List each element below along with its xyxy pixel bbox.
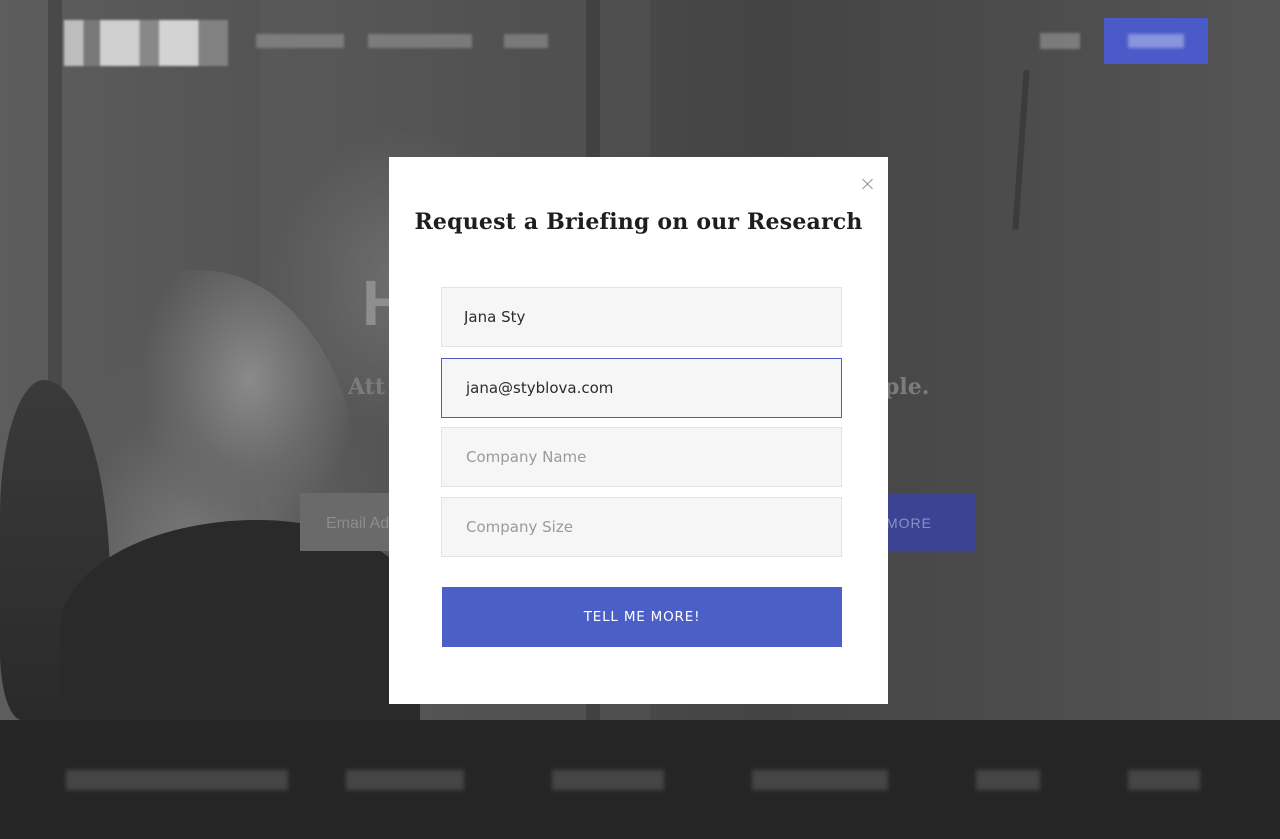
tell-me-more-button[interactable]: TELL ME MORE! (442, 587, 842, 647)
close-icon[interactable] (859, 175, 877, 193)
company-size-field[interactable] (441, 497, 842, 557)
company-name-field[interactable] (441, 427, 842, 487)
modal-title: Request a Briefing on our Research (414, 209, 863, 235)
full-name-field[interactable] (441, 287, 842, 347)
modal-overlay[interactable]: Request a Briefing on our Research TELL … (0, 0, 1280, 839)
email-field[interactable] (441, 358, 842, 418)
briefing-request-modal: Request a Briefing on our Research TELL … (389, 157, 888, 704)
